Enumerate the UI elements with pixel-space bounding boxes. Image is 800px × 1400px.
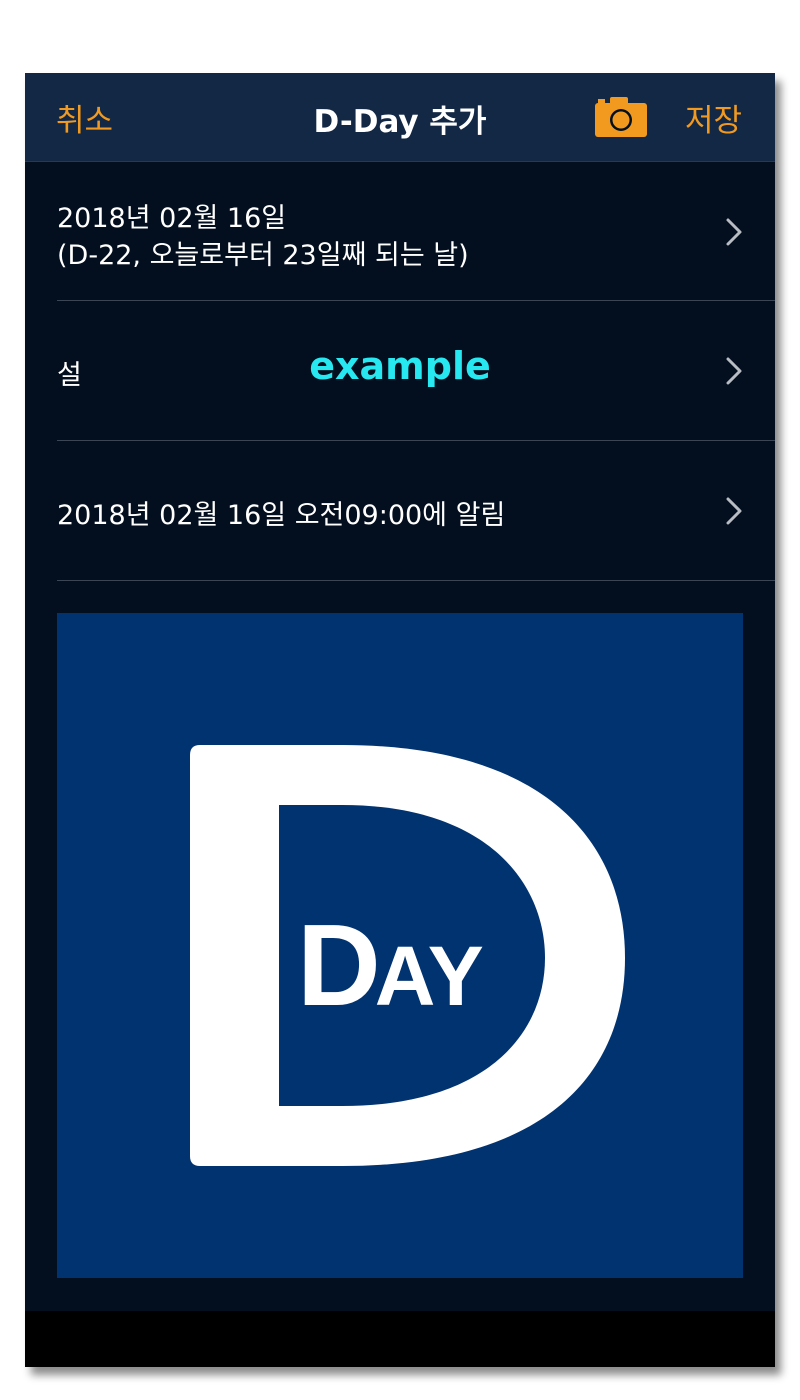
chevron-right-icon xyxy=(726,357,742,385)
dday-count-text: (D-22, 오늘로부터 23일째 되는 날) xyxy=(57,240,469,271)
navigation-bar: 취소 D-Day 추가 저장 xyxy=(25,73,775,162)
bottom-bar xyxy=(25,1311,775,1367)
date-row[interactable]: 2018년 02월 16일 (D-22, 오늘로부터 23일째 되는 날) xyxy=(25,162,775,301)
phone-screen: 취소 D-Day 추가 저장 2018년 02월 16일 (D-22, 오늘로부… xyxy=(25,73,775,1367)
alarm-text: 2018년 02월 16일 오전09:00에 알림 xyxy=(57,500,506,531)
title-row[interactable]: 설 example xyxy=(25,301,775,441)
save-button[interactable]: 저장 xyxy=(685,95,742,140)
divider xyxy=(57,580,775,581)
date-text: 2018년 02월 16일 xyxy=(57,203,287,234)
page-title: D-Day 추가 xyxy=(313,104,487,140)
dday-logo: DAY xyxy=(190,745,625,1166)
chevron-right-icon xyxy=(726,218,742,246)
alarm-row[interactable]: 2018년 02월 16일 오전09:00에 알림 xyxy=(25,441,775,581)
camera-icon[interactable] xyxy=(595,97,647,137)
dday-image[interactable]: DAY xyxy=(57,613,743,1278)
chevron-right-icon xyxy=(726,497,742,525)
title-value: example xyxy=(309,344,491,388)
